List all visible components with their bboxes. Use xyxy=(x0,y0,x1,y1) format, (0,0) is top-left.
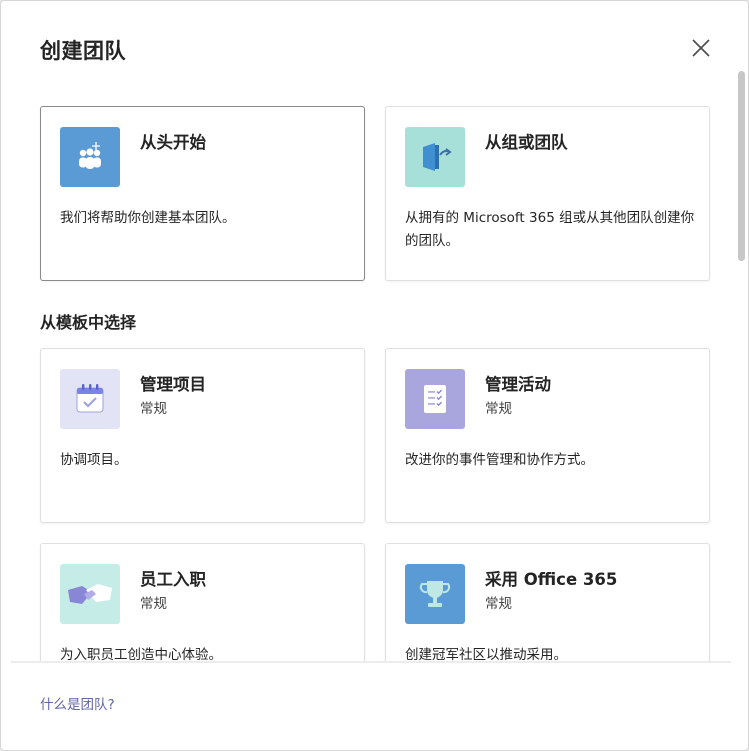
template-description: 改进你的事件管理和协作方式。 xyxy=(405,452,594,468)
option-title: 从组或团队 xyxy=(485,133,568,152)
option-from-group-or-team[interactable]: 从组或团队 从拥有的 Microsoft 365 组或从其他团队创建你的团队。 xyxy=(385,106,710,281)
template-title: 管理项目 xyxy=(140,375,206,394)
template-manage-event[interactable]: 管理活动 常规 改进你的事件管理和协作方式。 xyxy=(385,348,710,523)
dialog-title: 创建团队 xyxy=(40,39,126,63)
template-onboard-employees[interactable]: 员工入职 常规 为入职员工创造中心体验。 xyxy=(40,543,365,661)
template-manage-project[interactable]: 管理项目 常规 协调项目。 xyxy=(40,348,365,523)
template-description: 创建冠军社区以推动采用。 xyxy=(405,647,567,661)
option-from-scratch[interactable]: 从头开始 我们将帮助你创建基本团队。 xyxy=(40,106,365,281)
template-category: 常规 xyxy=(140,596,167,612)
options-scroll-area: 从头开始 我们将帮助你创建基本团队。 从组或团队 从拥有的 Microsoft … xyxy=(1,85,748,661)
option-title: 从头开始 xyxy=(140,133,206,152)
close-icon[interactable] xyxy=(687,34,715,62)
option-description: 从拥有的 Microsoft 365 组或从其他团队创建你的团队。 xyxy=(405,210,695,249)
template-description: 为入职员工创造中心体验。 xyxy=(60,647,222,661)
trophy-icon xyxy=(405,564,465,624)
template-category: 常规 xyxy=(485,401,512,417)
footer-divider xyxy=(11,661,731,663)
template-title: 管理活动 xyxy=(485,375,551,394)
create-team-dialog: 创建团队 从头开始 我们将帮助你创建基本团队。 从组或团队 从拥有的 Micro… xyxy=(0,0,749,751)
option-description: 我们将帮助你创建基本团队。 xyxy=(60,210,236,226)
handshake-icon xyxy=(60,564,120,624)
checklist-icon xyxy=(405,369,465,429)
template-adopt-office-365[interactable]: 采用 Office 365 常规 创建冠军社区以推动采用。 xyxy=(385,543,710,661)
calendar-check-icon xyxy=(60,369,120,429)
templates-section-label: 从模板中选择 xyxy=(40,313,137,332)
what-is-team-link[interactable]: 什么是团队? xyxy=(40,693,115,713)
template-category: 常规 xyxy=(485,596,512,612)
template-title: 采用 Office 365 xyxy=(485,570,618,589)
door-arrow-icon xyxy=(405,127,465,187)
template-title: 员工入职 xyxy=(140,570,206,589)
template-description: 协调项目。 xyxy=(60,452,128,468)
people-plus-icon xyxy=(60,127,120,187)
template-category: 常规 xyxy=(140,401,167,417)
